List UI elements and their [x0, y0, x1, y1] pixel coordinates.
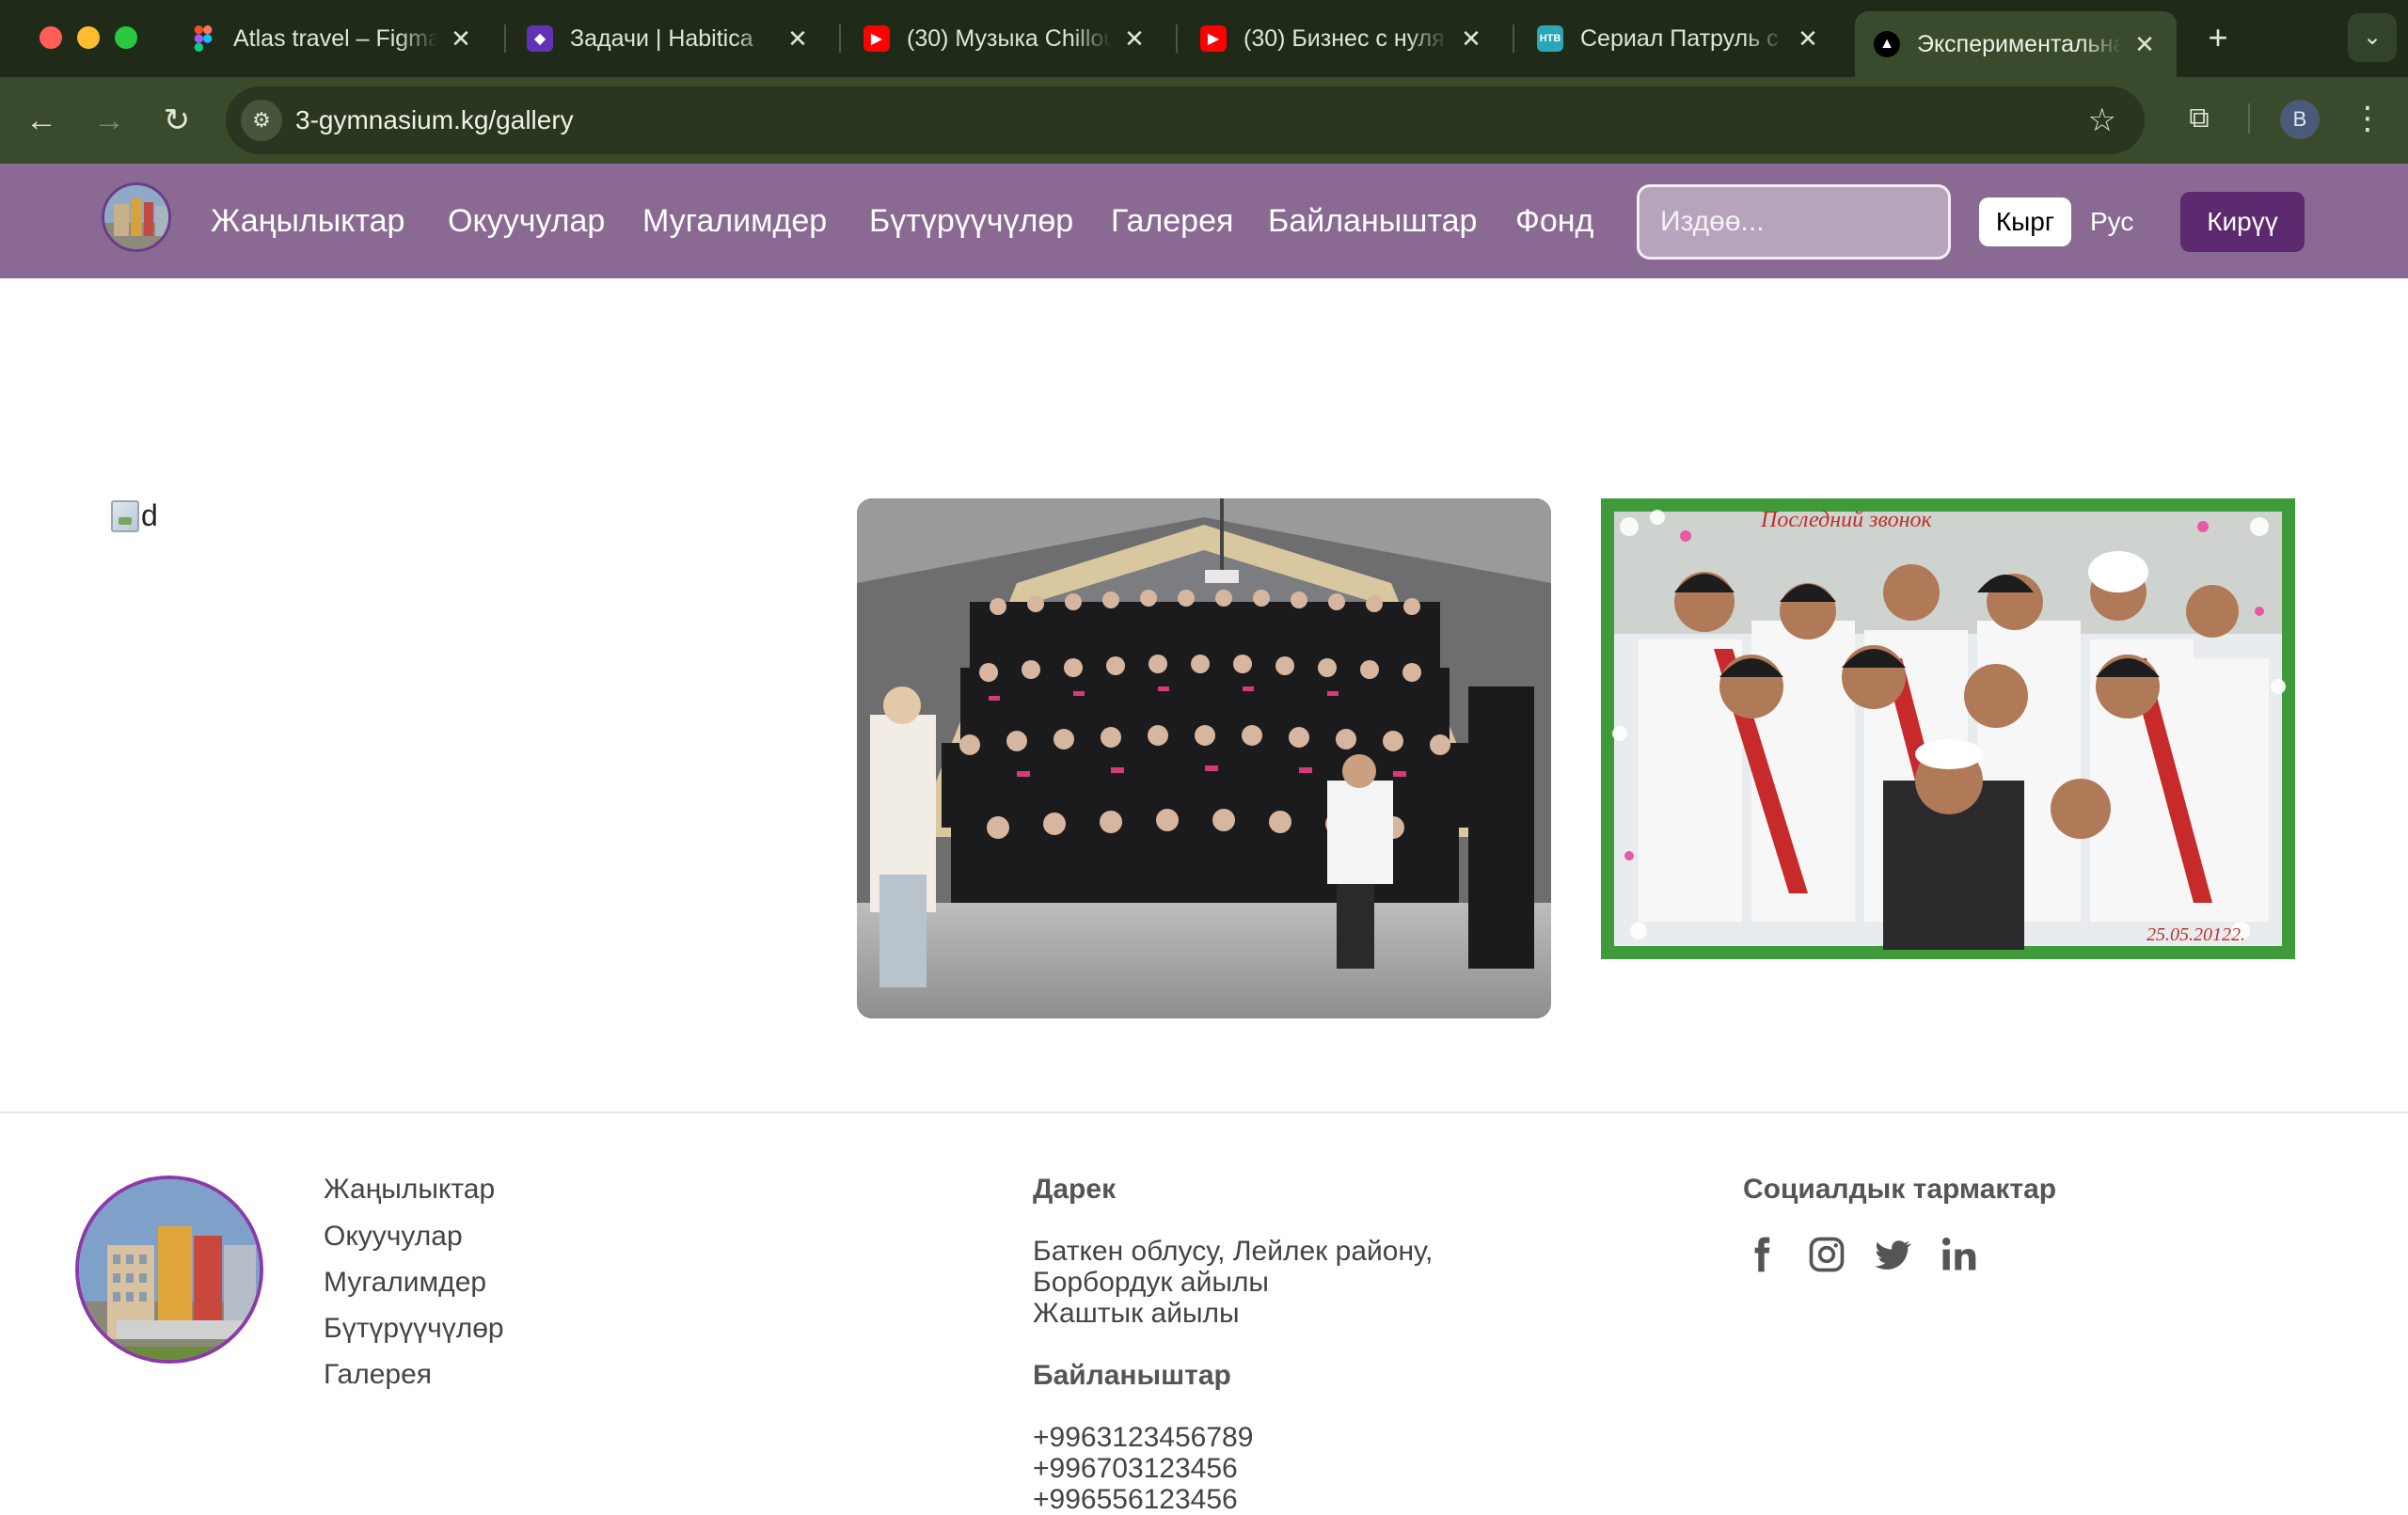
- footer-address-line: Жаштык айылы: [1033, 1298, 1240, 1329]
- close-icon[interactable]: ✕: [1458, 24, 1484, 54]
- tab-title: Экспериментальная: [1917, 30, 2122, 57]
- nav-teachers[interactable]: Мугалимдер: [642, 164, 827, 278]
- footer-phone[interactable]: +996703123456: [1033, 1453, 1238, 1484]
- tab-title: (30) Музыка Chillout: [907, 24, 1112, 52]
- footer-phone[interactable]: +9963123456789: [1033, 1422, 1253, 1453]
- footer-address-line: Баткен облусу, Лейлек району,: [1033, 1236, 1434, 1267]
- nav-fund[interactable]: Фонд: [1515, 164, 1593, 278]
- footer-link-students[interactable]: Окуучулар: [324, 1221, 463, 1253]
- browser-tab-youtube-business[interactable]: ▶ (30) Бизнес с нуля ✕: [1181, 11, 1503, 66]
- search-box: [1637, 184, 1951, 260]
- nav-graduates[interactable]: Бүтүрүүчүлөр: [869, 164, 1073, 278]
- window-minimize-button[interactable]: [77, 26, 100, 49]
- tab-title: Задачи | Habitica: [570, 24, 753, 52]
- footer-link-gallery[interactable]: Галерея: [324, 1359, 432, 1391]
- nav-contacts[interactable]: Байланыштар: [1268, 164, 1477, 278]
- figma-icon: [190, 25, 216, 52]
- browser-tab-active[interactable]: ▲ Экспериментальная ✕: [1855, 11, 2177, 77]
- profile-avatar[interactable]: B: [2280, 100, 2320, 139]
- reload-button[interactable]: ↻: [154, 98, 199, 143]
- gallery-photo-group[interactable]: [857, 498, 1551, 1018]
- tab-title: Сериал Патруль с: [1580, 24, 1779, 52]
- url-text[interactable]: 3-gymnasium.kg/gallery: [295, 87, 574, 154]
- language-russian-button[interactable]: Рус: [2090, 197, 2133, 246]
- site-settings-icon[interactable]: ⚙: [241, 100, 282, 141]
- close-icon[interactable]: ✕: [1121, 24, 1148, 54]
- window-close-button[interactable]: [40, 26, 62, 49]
- tab-search-button[interactable]: ⌄: [2348, 13, 2397, 62]
- browser-tab-ntv[interactable]: НТВ Сериал Патруль с ✕: [1518, 11, 1840, 66]
- nav-gallery[interactable]: Галерея: [1111, 164, 1233, 278]
- tab-divider: [1176, 24, 1178, 53]
- gallery-photo-last-bell[interactable]: Последний звонок 25.05.20122.: [1601, 498, 2295, 959]
- footer-link-teachers[interactable]: Мугалимдер: [324, 1267, 486, 1299]
- footer-social-title: Социалдык тармактар: [1743, 1174, 2057, 1205]
- extensions-icon[interactable]: ⧉: [2177, 96, 2222, 141]
- footer-address-line: Борбордук айылы: [1033, 1267, 1269, 1298]
- broken-image-icon: [111, 499, 139, 532]
- twitter-icon[interactable]: [1872, 1234, 1913, 1275]
- footer-address-title: Дарек: [1033, 1174, 1117, 1205]
- footer-link-news[interactable]: Жаңылыктар: [324, 1174, 495, 1206]
- browser-tab-habitica[interactable]: ◆ Задачи | Habitica ✕: [508, 11, 830, 66]
- footer-logo[interactable]: [75, 1176, 263, 1364]
- close-icon[interactable]: ✕: [784, 24, 811, 54]
- youtube-icon: ▶: [1200, 25, 1227, 52]
- language-kyrgyz-button[interactable]: Кырг: [1979, 197, 2071, 246]
- linkedin-icon[interactable]: [1938, 1234, 1979, 1275]
- back-button[interactable]: ←: [19, 98, 64, 143]
- browser-tab-figma[interactable]: Atlas travel – Figma ✕: [171, 11, 493, 66]
- tab-divider: [504, 24, 506, 53]
- browser-tab-youtube-music[interactable]: ▶ (30) Музыка Chillout ✕: [845, 11, 1166, 66]
- photo-caption-last-bell: Последний звонок: [1760, 508, 1933, 532]
- login-button[interactable]: Кирүү: [2180, 192, 2305, 252]
- habitica-icon: ◆: [527, 25, 553, 52]
- forward-button[interactable]: →: [87, 98, 132, 143]
- address-bar[interactable]: ⚙ 3-gymnasium.kg/gallery ☆: [226, 87, 2145, 154]
- tab-divider: [839, 24, 841, 53]
- photo-caption-date: 25.05.20122.: [2147, 924, 2245, 945]
- browser-menu-icon[interactable]: ⋮: [2352, 96, 2384, 141]
- tab-title: Atlas travel – Figma: [233, 24, 438, 52]
- footer-phone[interactable]: +996556123456: [1033, 1484, 1238, 1515]
- footer-divider: [0, 1112, 2408, 1113]
- window-zoom-button[interactable]: [115, 26, 137, 49]
- ntv-icon: НТВ: [1537, 25, 1563, 52]
- footer-link-graduates[interactable]: Бүтүрүүчүлөр: [324, 1313, 504, 1345]
- toolbar-divider: [2248, 103, 2250, 134]
- triangle-icon: ▲: [1874, 31, 1900, 57]
- footer-contacts-title: Байланыштар: [1033, 1360, 1231, 1391]
- facebook-icon[interactable]: [1740, 1234, 1782, 1275]
- tab-divider: [1513, 24, 1514, 53]
- close-icon[interactable]: ✕: [1795, 24, 1821, 54]
- nav-students[interactable]: Окуучулар: [448, 164, 605, 278]
- search-input[interactable]: [1640, 187, 1948, 257]
- site-header: Жаңылыктар Окуучулар Мугалимдер Бүтүрүүч…: [0, 164, 2408, 278]
- broken-image-alt-text: d: [141, 498, 158, 532]
- close-icon[interactable]: ✕: [2131, 30, 2158, 59]
- nav-news[interactable]: Жаңылыктар: [211, 164, 404, 278]
- new-tab-button[interactable]: +: [2199, 19, 2237, 56]
- broken-gallery-image[interactable]: d: [111, 498, 158, 533]
- bookmark-star-icon[interactable]: ☆: [2088, 87, 2116, 154]
- youtube-icon: ▶: [863, 25, 890, 52]
- instagram-icon[interactable]: [1806, 1234, 1847, 1275]
- browser-toolbar: ← → ↻ ⚙ 3-gymnasium.kg/gallery ☆: [0, 77, 2408, 164]
- close-icon[interactable]: ✕: [448, 24, 474, 54]
- site-logo[interactable]: [102, 182, 171, 252]
- tab-title: (30) Бизнес с нуля: [1244, 24, 1445, 52]
- browser-tab-strip: Atlas travel – Figma ✕ ◆ Задачи | Habiti…: [0, 0, 2408, 77]
